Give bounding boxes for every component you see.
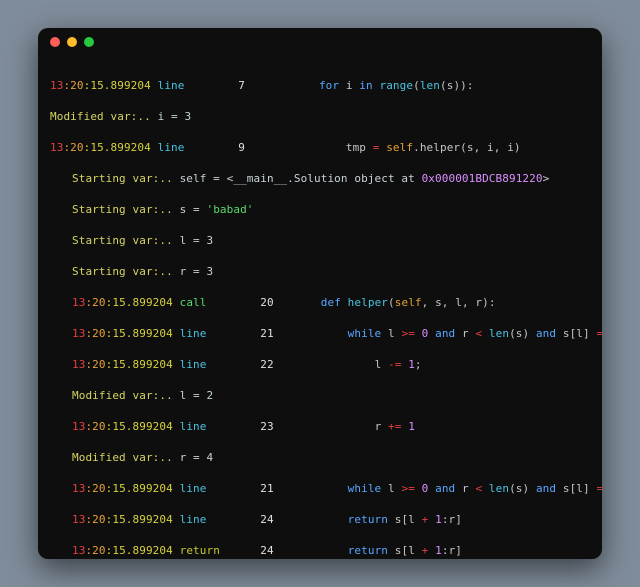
minimize-icon[interactable] <box>67 37 77 47</box>
titlebar <box>38 28 602 56</box>
trace-output: 13:20:15.899204 line 7 for i in range(le… <box>38 56 602 559</box>
close-icon[interactable] <box>50 37 60 47</box>
terminal-window: 13:20:15.899204 line 7 for i in range(le… <box>38 28 602 559</box>
maximize-icon[interactable] <box>84 37 94 47</box>
